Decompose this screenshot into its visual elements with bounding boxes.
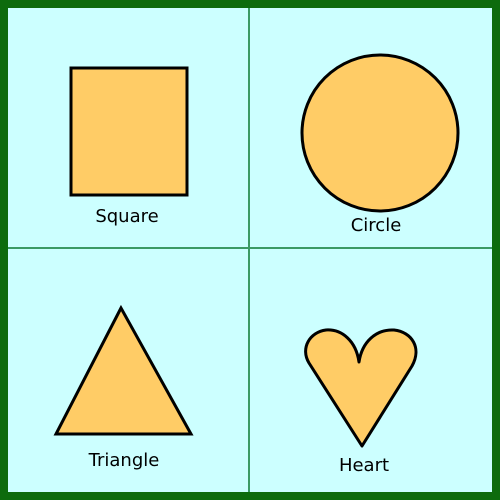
shapes-canvas	[53, 53, 460, 448]
triangle-label: Triangle	[88, 450, 160, 471]
circle-label: Circle	[350, 215, 402, 236]
heart-shape	[304, 328, 418, 448]
circle-shape	[300, 53, 460, 213]
triangle-shape	[53, 304, 194, 436]
square-shape	[69, 66, 189, 197]
shape-grid: Square Circle Triangle Heart	[0, 0, 500, 500]
square-label: Square	[95, 206, 159, 227]
heart-label: Heart	[338, 455, 390, 476]
